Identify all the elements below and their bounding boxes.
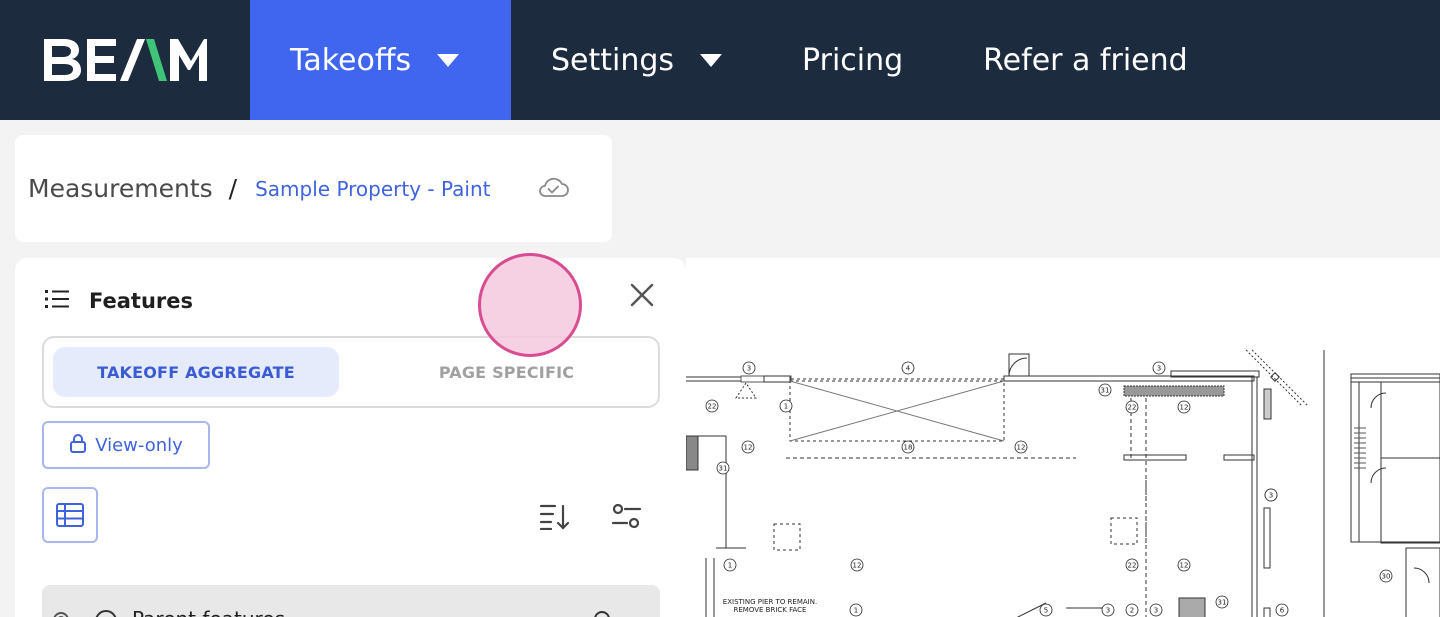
svg-text:12: 12 [1017, 444, 1026, 452]
svg-text:22: 22 [708, 403, 717, 411]
table-icon [56, 503, 84, 527]
svg-text:1: 1 [784, 403, 788, 411]
svg-text:12: 12 [1180, 404, 1189, 412]
svg-text:31: 31 [719, 465, 728, 473]
drawing-tag: 6 [1275, 603, 1289, 617]
floor-plan-drawing: 343312212122121812313112221233053233161 [686, 349, 1440, 617]
svg-text:5: 5 [1044, 607, 1048, 615]
drawing-tag: 18 [901, 440, 915, 454]
takeoff-scope-toggle: TAKEOFF AGGREGATE PAGE SPECIFIC [42, 336, 660, 408]
drawing-tag: 12 [741, 440, 755, 454]
drawing-tag: 30 [1379, 569, 1393, 583]
drawing-tag: 5 [1039, 603, 1053, 617]
info-icon [94, 609, 118, 617]
drawing-tag: 12 [1014, 440, 1028, 454]
breadcrumb-root[interactable]: Measurements [28, 174, 213, 203]
breadcrumb-separator: / [228, 174, 238, 203]
svg-text:3: 3 [1154, 607, 1158, 615]
nav-refer-a-friend[interactable]: Refer a friend [943, 0, 1228, 120]
cursor-indicator [478, 253, 582, 357]
nav-takeoffs[interactable]: Takeoffs [250, 0, 511, 120]
drawing-tag: 1 [779, 399, 793, 413]
svg-text:1: 1 [854, 607, 858, 615]
drawing-tag: 22 [1125, 558, 1139, 572]
svg-text:1: 1 [728, 562, 732, 570]
list-icon [45, 288, 69, 314]
drawing-tag: 2 [1125, 603, 1139, 617]
drawing-tag: 31 [716, 461, 730, 475]
breadcrumb-current[interactable]: Sample Property - Paint [255, 177, 490, 201]
view-only-button[interactable]: View-only [42, 421, 210, 469]
drawing-tag: 12 [1177, 400, 1191, 414]
svg-text:3: 3 [1269, 492, 1273, 500]
table-view-button[interactable] [42, 487, 98, 543]
drawing-tag: 12 [1177, 558, 1191, 572]
cloud-check-icon [537, 175, 569, 203]
tab-takeoff-aggregate[interactable]: TAKEOFF AGGREGATE [53, 347, 339, 397]
nav-pricing-label: Pricing [802, 42, 904, 78]
drawing-tag: 1 [849, 603, 863, 617]
drawing-tag: 3 [1152, 361, 1166, 375]
gear-icon [50, 609, 72, 617]
drawing-note: EXISTING PIER TO REMAIN. REMOVE BRICK FA… [722, 598, 818, 614]
breadcrumb: Measurements / Sample Property - Paint [15, 135, 612, 242]
svg-text:3: 3 [747, 365, 751, 373]
features-panel: Features TAKEOFF AGGREGATE PAGE SPECIFIC… [15, 258, 686, 617]
svg-text:31: 31 [1218, 599, 1227, 607]
tab-page-specific[interactable]: PAGE SPECIFIC [364, 347, 649, 397]
chevron-down-icon [437, 53, 460, 67]
svg-text:4: 4 [906, 365, 911, 373]
features-title: Features [89, 289, 193, 313]
svg-text:12: 12 [1180, 562, 1189, 570]
filter-settings-icon[interactable] [611, 502, 643, 534]
svg-text:30: 30 [1382, 573, 1391, 581]
drawing-tag: 31 [1098, 383, 1112, 397]
drawing-tag: 1 [723, 558, 737, 572]
svg-text:6: 6 [1280, 607, 1285, 615]
drawing-tag: 22 [1125, 400, 1139, 414]
nav-refer-label: Refer a friend [983, 42, 1188, 78]
svg-text:31: 31 [1101, 387, 1110, 395]
svg-text:3: 3 [1157, 365, 1161, 373]
drawing-tag: 3 [1101, 603, 1115, 617]
chevron-down-icon [700, 53, 723, 67]
sort-icon[interactable] [539, 502, 571, 534]
nav-pricing[interactable]: Pricing [762, 0, 943, 120]
drawing-tag: 31 [1215, 595, 1229, 609]
svg-text:12: 12 [744, 444, 753, 452]
drawing-tag: 22 [705, 399, 719, 413]
svg-text:22: 22 [1128, 404, 1137, 412]
svg-text:3: 3 [1106, 607, 1110, 615]
svg-text:12: 12 [853, 562, 862, 570]
drawing-tag: 4 [901, 361, 915, 375]
top-nav: Takeoffs Settings Pricing Refer a friend [0, 0, 1440, 120]
beam-logo[interactable] [0, 0, 250, 120]
blueprint-canvas[interactable]: 343312212122121812313112221233053233161 … [686, 258, 1440, 617]
drawing-tag: 3 [1149, 603, 1163, 617]
drawing-tag: 12 [850, 558, 864, 572]
feature-row-label: Parent features [132, 607, 285, 617]
svg-text:2: 2 [1130, 607, 1134, 615]
svg-text:22: 22 [1128, 562, 1137, 570]
nav-settings-label: Settings [551, 42, 675, 78]
features-header: Features [45, 288, 193, 314]
drawing-tag: 3 [1264, 488, 1278, 502]
nav-settings[interactable]: Settings [511, 0, 762, 120]
lock-icon [69, 433, 87, 458]
drawing-tag: 3 [742, 361, 756, 375]
svg-text:18: 18 [904, 444, 913, 452]
view-only-label: View-only [95, 434, 183, 456]
search-icon[interactable] [592, 609, 616, 617]
nav-takeoffs-label: Takeoffs [290, 42, 412, 78]
list-item[interactable]: Parent features [42, 585, 660, 617]
close-icon[interactable] [627, 280, 657, 310]
